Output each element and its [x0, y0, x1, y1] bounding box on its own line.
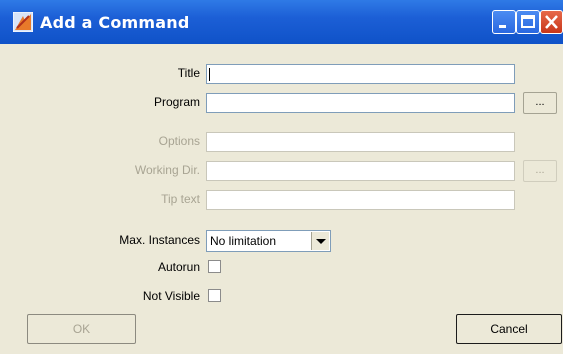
maximize-button[interactable]: [516, 10, 540, 34]
title-bar[interactable]: Add a Command: [0, 0, 563, 44]
not-visible-checkbox[interactable]: [208, 289, 221, 302]
maximize-icon: [521, 15, 535, 28]
autorun-checkbox[interactable]: [208, 260, 221, 273]
max-instances-select[interactable]: No limitation: [206, 230, 331, 252]
working-dir-label: Working Dir.: [134, 163, 200, 177]
minimize-button[interactable]: [492, 10, 516, 34]
text-caret: [209, 68, 210, 81]
add-command-window: Add a Command Title Program ... Options …: [0, 0, 563, 354]
close-icon: [545, 15, 558, 29]
cancel-button[interactable]: Cancel: [456, 314, 562, 344]
program-input[interactable]: [206, 93, 515, 113]
working-dir-input[interactable]: [206, 161, 515, 181]
ok-button[interactable]: OK: [27, 314, 136, 344]
max-instances-value: No limitation: [210, 234, 277, 248]
title-label: Title: [177, 66, 200, 80]
tip-text-input[interactable]: [206, 190, 515, 210]
minimize-icon: [499, 25, 506, 28]
options-input[interactable]: [206, 132, 515, 152]
window-title: Add a Command: [40, 13, 190, 32]
working-dir-browse-button[interactable]: ...: [523, 160, 557, 182]
tip-text-label: Tip text: [161, 192, 200, 206]
title-input[interactable]: [206, 64, 515, 84]
program-browse-button[interactable]: ...: [523, 92, 557, 114]
max-instances-label: Max. Instances: [119, 233, 200, 247]
app-icon: [12, 11, 34, 33]
close-button[interactable]: [540, 10, 563, 34]
program-label: Program: [153, 95, 200, 109]
options-label: Options: [158, 134, 200, 148]
not-visible-label: Not Visible: [142, 289, 200, 303]
dialog-body: Title Program ... Options Working Dir. .…: [0, 44, 563, 354]
chevron-down-icon[interactable]: [311, 232, 329, 250]
autorun-label: Autorun: [157, 260, 200, 274]
